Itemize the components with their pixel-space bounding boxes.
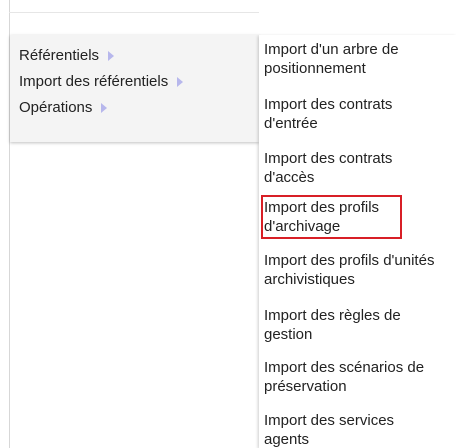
submenu-item-label-line1: Import des contrats: [264, 96, 393, 113]
chevron-right-icon: [108, 51, 115, 61]
menu-item-import-referentiels[interactable]: Import des référentiels: [10, 69, 259, 95]
submenu-item-label-line2: positionnement: [264, 60, 366, 77]
submenu-item-contrats-entree[interactable]: Import des contrats d'entrée: [264, 95, 392, 133]
highlight-box: [261, 195, 402, 239]
chevron-right-icon: [177, 77, 184, 87]
submenu-item-label-line2: d'entrée: [264, 115, 318, 132]
submenu-item-arbre-positionnement[interactable]: Import d'un arbre de positionnement: [264, 40, 399, 78]
import-submenu: Import d'un arbre de positionnement Impo…: [259, 35, 456, 448]
submenu-item-label-line2: gestion: [264, 326, 313, 343]
window-left-border: [0, 0, 10, 448]
submenu-item-label-line2: préservation: [264, 378, 347, 395]
menu-item-label: Référentiels: [19, 47, 100, 64]
submenu-item-label-line2: d'accès: [264, 169, 315, 186]
menu-item-label: Import des référentiels: [19, 73, 169, 90]
menu-item-label: Opérations: [19, 99, 93, 116]
menu-item-operations[interactable]: Opérations: [10, 95, 259, 121]
submenu-item-services-agents[interactable]: Import des services agents: [264, 411, 394, 448]
submenu-item-regles-gestion[interactable]: Import des règles de gestion: [264, 306, 401, 344]
submenu-item-contrats-acces[interactable]: Import des contrats d'accès: [264, 149, 392, 187]
submenu-item-profils-unites-archivistiques[interactable]: Import des profils d'unités archivistiqu…: [264, 251, 434, 289]
submenu-item-label-line1: Import des scénarios de: [264, 359, 425, 376]
chevron-right-icon: [101, 103, 108, 113]
main-dropdown-menu: Référentiels Import des référentiels Opé…: [10, 35, 259, 142]
submenu-item-label-line1: Import d'un arbre de: [264, 41, 399, 58]
menu-item-referentiels[interactable]: Référentiels: [10, 43, 259, 69]
submenu-item-label-line2: archivistiques: [264, 271, 355, 288]
submenu-item-label-line2: agents: [264, 431, 310, 448]
toolbar-divider: [9, 12, 259, 13]
submenu-item-label-line1: Import des services: [264, 412, 395, 429]
submenu-item-label-line1: Import des profils d'unités: [264, 252, 435, 269]
submenu-item-scenarios-preservation[interactable]: Import des scénarios de préservation: [264, 358, 424, 396]
submenu-item-label-line1: Import des règles de: [264, 307, 401, 324]
submenu-item-label-line1: Import des contrats: [264, 150, 393, 167]
app-window: Référentiels Import des référentiels Opé…: [0, 0, 456, 448]
